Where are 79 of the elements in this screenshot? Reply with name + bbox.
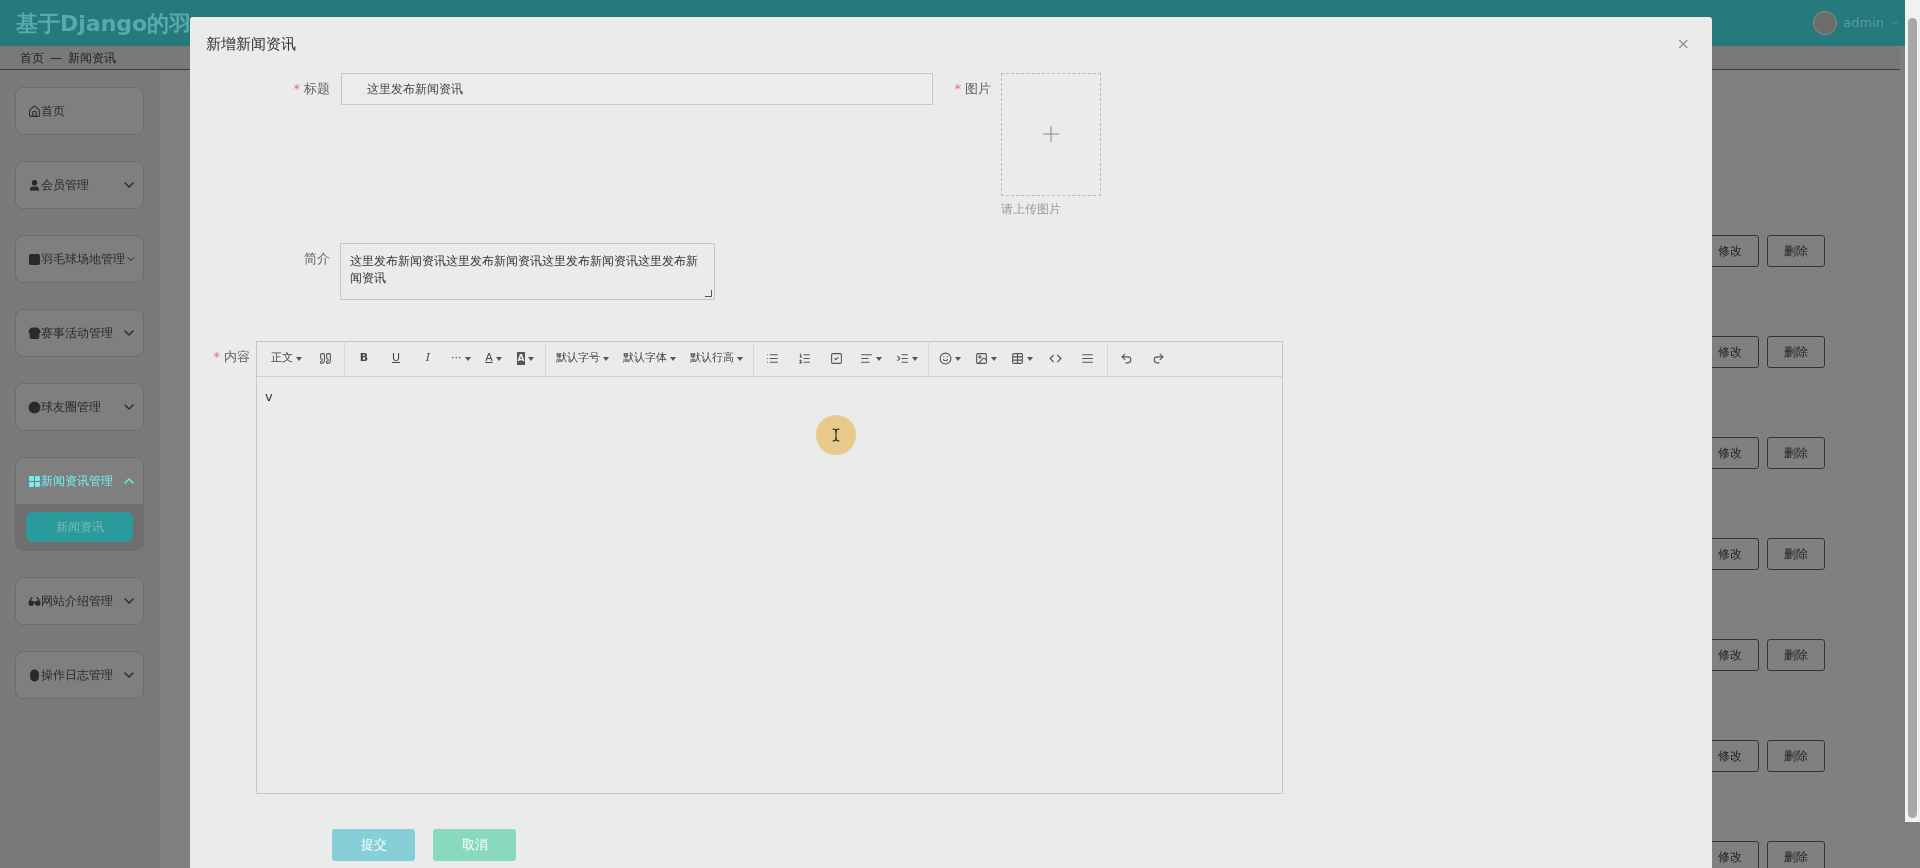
numbered-list-icon xyxy=(798,352,811,365)
close-button[interactable]: × xyxy=(1676,36,1690,53)
menu-item[interactable]: 首页 xyxy=(16,88,143,134)
cursor-highlight-icon xyxy=(816,414,856,455)
menu-item[interactable]: 网站介绍管理 xyxy=(16,578,143,624)
redo-icon xyxy=(1152,352,1165,365)
indent-icon xyxy=(895,352,909,365)
editor-text: v xyxy=(265,388,273,404)
menu-item[interactable]: 羽毛球场地管理 xyxy=(16,236,143,282)
table-icon xyxy=(1010,352,1024,365)
caret-icon xyxy=(669,356,676,361)
delete-button[interactable]: 删除 xyxy=(1767,437,1825,469)
title-field[interactable]: 这里发布新闻资讯 xyxy=(341,72,933,105)
caret-icon xyxy=(911,356,918,361)
lines-icon xyxy=(1081,352,1094,365)
scrollbar[interactable] xyxy=(1905,0,1920,822)
caret-icon xyxy=(736,356,743,361)
caret-icon xyxy=(296,356,302,361)
delete-button[interactable]: 删除 xyxy=(1767,740,1825,772)
toolbar-button[interactable]: 默认字号 xyxy=(551,345,613,372)
bullet-list-icon xyxy=(766,352,779,365)
chevron-icon xyxy=(1890,18,1900,28)
toolbar-button[interactable]: 正文 xyxy=(267,345,306,372)
toolbar-button[interactable]: I xyxy=(415,345,441,372)
menu-item[interactable]: 会员管理 xyxy=(16,162,143,208)
breadcrumb-item: — xyxy=(50,49,62,67)
caret-icon xyxy=(602,356,609,361)
menu-item[interactable]: 操作日志管理 xyxy=(16,652,143,698)
grid-icon xyxy=(28,474,41,488)
user-icon xyxy=(28,178,41,192)
mouse-icon xyxy=(28,668,41,682)
caret-icon xyxy=(990,356,997,361)
caret-icon xyxy=(464,356,471,361)
breadcrumb-item[interactable]: 首页 xyxy=(20,48,44,67)
caret-icon xyxy=(528,356,535,361)
toolbar-button[interactable]: U xyxy=(383,345,409,372)
caret-icon xyxy=(954,356,961,361)
delete-button[interactable]: 删除 xyxy=(1767,538,1825,570)
caret-icon xyxy=(495,356,502,361)
dialog-title: 新增新闻资讯 xyxy=(206,34,296,55)
disc-icon xyxy=(28,400,41,414)
breadcrumb-item: 新闻资讯 xyxy=(68,49,116,67)
toolbar-button[interactable]: ··· xyxy=(447,345,475,372)
caret-icon xyxy=(1026,356,1033,361)
home-icon xyxy=(28,104,41,118)
field-label: 图片 xyxy=(965,79,991,98)
delete-button[interactable]: 删除 xyxy=(1767,639,1825,671)
toolbar-button[interactable]: 默认行高 xyxy=(685,345,747,372)
field-label: 内容 xyxy=(224,347,250,366)
toolbar-button[interactable]: 默认字体 xyxy=(618,345,680,372)
glasses-icon xyxy=(28,594,41,608)
toolbar-button[interactable]: A xyxy=(512,345,539,372)
required-mark: * xyxy=(213,347,220,366)
required-mark: * xyxy=(954,79,961,98)
editor-body[interactable]: v xyxy=(257,376,1282,793)
image-icon xyxy=(974,352,988,365)
align-icon xyxy=(859,352,873,365)
resize-icon xyxy=(705,289,712,297)
toolbar-button[interactable]: B xyxy=(351,345,377,372)
field-label: 标题 xyxy=(304,79,330,98)
field-label: 简介 xyxy=(304,249,330,268)
summary-field[interactable]: 这里发布新闻资讯这里发布新闻资讯这里发布新闻资讯这里发布新闻资讯 xyxy=(340,242,715,300)
upload-hint: 请上传图片 xyxy=(1001,200,1062,218)
menu-item[interactable]: 新闻资讯管理 xyxy=(16,458,143,504)
delete-button[interactable]: 删除 xyxy=(1767,336,1825,368)
required-mark: * xyxy=(293,79,300,98)
menu-item[interactable]: 球友圈管理 xyxy=(16,384,143,430)
checkbox-icon xyxy=(830,352,843,365)
delete-button[interactable]: 删除 xyxy=(1767,841,1825,868)
menu-item[interactable]: 赛事活动管理 xyxy=(16,310,143,356)
quote-icon xyxy=(318,352,332,365)
undo-icon xyxy=(1120,352,1133,365)
caret-icon xyxy=(875,356,882,361)
delete-button[interactable]: 删除 xyxy=(1767,235,1825,267)
panel-icon xyxy=(28,252,41,266)
avatar xyxy=(1813,11,1838,35)
code-icon xyxy=(1049,352,1062,365)
smile-icon xyxy=(938,352,952,365)
toolbar-button[interactable]: A xyxy=(480,345,507,372)
